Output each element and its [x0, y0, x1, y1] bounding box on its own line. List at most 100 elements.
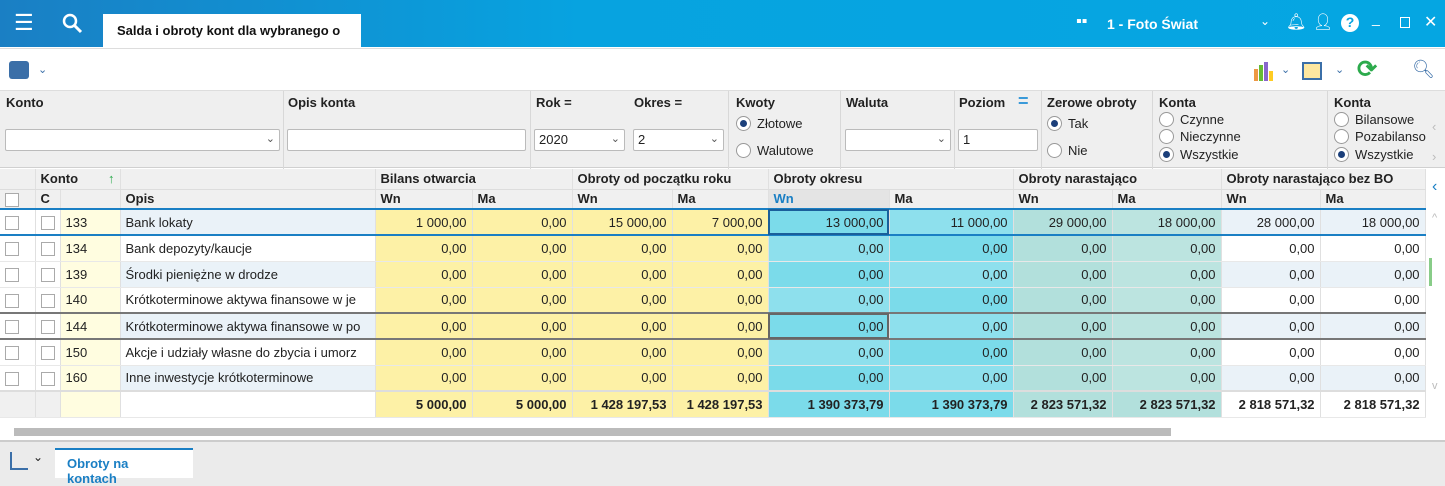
waluta-select[interactable]: ⌄ [845, 129, 951, 151]
header-c[interactable]: C [35, 189, 61, 210]
amount-cell[interactable]: 0,00 [375, 261, 473, 288]
c-checkbox[interactable] [35, 261, 61, 288]
bell-icon[interactable]: 🔔︎ [1286, 12, 1306, 32]
chart-icon[interactable] [1252, 61, 1276, 83]
c-checkbox[interactable] [35, 365, 61, 392]
amount-cell[interactable]: 0,00 [672, 261, 769, 288]
amount-cell[interactable]: 0,00 [1320, 235, 1426, 262]
amount-cell[interactable]: 0,00 [1221, 365, 1321, 392]
header-wn[interactable]: Wn [1013, 189, 1113, 210]
amount-cell[interactable]: 18 000,00 [1112, 208, 1222, 236]
amount-cell[interactable]: 0,00 [672, 235, 769, 262]
amount-cell[interactable]: 0,00 [1013, 312, 1113, 340]
amount-cell[interactable]: 0,00 [1320, 287, 1426, 314]
header-bilans-otwarcia[interactable]: Bilans otwarcia [375, 169, 573, 190]
header-ma[interactable]: Ma [472, 189, 573, 210]
menu-icon[interactable]: ☰ [14, 10, 34, 36]
c-checkbox[interactable] [35, 208, 61, 236]
opis-input[interactable] [287, 129, 526, 151]
user-icon[interactable]: 👤︎ [1313, 12, 1333, 32]
header-ma[interactable]: Ma [1112, 189, 1222, 210]
amount-cell[interactable]: 0,00 [1221, 261, 1321, 288]
amount-cell[interactable]: 0,00 [889, 339, 1014, 366]
amount-cell[interactable]: 0,00 [768, 365, 890, 392]
table-row[interactable]: 134 Bank depozyty/kaucje 0,00 0,00 0,00 0,00 0… [0, 235, 1426, 262]
amount-cell[interactable]: 0,00 [1013, 261, 1113, 288]
amount-cell[interactable]: 0,00 [1320, 261, 1426, 288]
equals-icon[interactable]: = [1018, 91, 1029, 112]
konto-select[interactable]: ⌄ [5, 129, 280, 151]
amount-cell[interactable]: 0,00 [375, 365, 473, 392]
amount-cell[interactable]: 0,00 [572, 287, 673, 314]
amount-cell[interactable]: 0,00 [1112, 312, 1222, 340]
amount-cell[interactable]: 0,00 [472, 208, 573, 236]
maximize-icon[interactable] [1400, 17, 1410, 28]
amount-cell[interactable]: 0,00 [472, 312, 573, 340]
header-ma[interactable]: Ma [1320, 189, 1426, 210]
amount-cell[interactable]: 0,00 [768, 339, 890, 366]
header-obroty-bez-bo[interactable]: Obroty narastająco bez BO [1221, 169, 1426, 190]
amount-cell[interactable]: 0,00 [1013, 365, 1113, 392]
amount-cell[interactable]: 0,00 [1320, 339, 1426, 366]
amount-cell[interactable]: 13 000,00 [768, 208, 890, 236]
chevron-down-icon[interactable]: ⌄ [33, 450, 43, 464]
amount-cell[interactable]: 0,00 [768, 261, 890, 288]
poziom-input[interactable]: 1 [958, 129, 1038, 151]
amount-cell[interactable]: 0,00 [889, 365, 1014, 392]
radio-nieczynne[interactable]: Nieczynne [1159, 129, 1241, 144]
search-icon[interactable] [62, 13, 84, 35]
row-checkbox[interactable] [0, 365, 36, 392]
amount-cell[interactable]: 7 000,00 [672, 208, 769, 236]
amount-cell[interactable]: 0,00 [768, 235, 890, 262]
chevron-down-icon[interactable]: ⌄ [1335, 63, 1344, 76]
amount-cell[interactable]: 0,00 [672, 365, 769, 392]
radio-zlotowe[interactable]: Złotowe [736, 116, 803, 131]
amount-cell[interactable]: 0,00 [1221, 287, 1321, 314]
amount-cell[interactable]: 0,00 [768, 312, 890, 340]
refresh-icon[interactable]: ⟳ [1357, 55, 1377, 84]
c-checkbox[interactable] [35, 235, 61, 262]
grid-icon[interactable]: ▪▪ [1076, 13, 1087, 31]
amount-cell[interactable]: 0,00 [672, 287, 769, 314]
amount-cell[interactable]: 0,00 [472, 235, 573, 262]
row-checkbox[interactable] [0, 287, 36, 314]
amount-cell[interactable]: 1 000,00 [375, 208, 473, 236]
amount-cell[interactable]: 0,00 [889, 235, 1014, 262]
amount-cell[interactable]: 28 000,00 [1221, 208, 1321, 236]
radio-czynne[interactable]: Czynne [1159, 112, 1224, 127]
amount-cell[interactable]: 0,00 [1221, 312, 1321, 340]
amount-cell[interactable]: 0,00 [889, 261, 1014, 288]
table-row[interactable]: 144 Krótkoterminowe aktywa finansowe w po… [0, 312, 1426, 340]
amount-cell[interactable]: 0,00 [672, 339, 769, 366]
table-row[interactable]: 150 Akcje i udziały własne do zbycia i um… [0, 339, 1426, 366]
print-icon[interactable] [9, 61, 29, 79]
amount-cell[interactable]: 0,00 [1112, 287, 1222, 314]
amount-cell[interactable]: 0,00 [1112, 339, 1222, 366]
row-checkbox[interactable] [0, 339, 36, 366]
minimize-icon[interactable]: _ [1372, 10, 1380, 26]
radio-nie[interactable]: Nie [1047, 143, 1088, 158]
amount-cell[interactable]: 0,00 [1320, 312, 1426, 340]
row-checkbox[interactable] [0, 235, 36, 262]
amount-cell[interactable]: 0,00 [1112, 261, 1222, 288]
amount-cell[interactable]: 0,00 [1320, 365, 1426, 392]
amount-cell[interactable]: 0,00 [572, 365, 673, 392]
amount-cell[interactable]: 18 000,00 [1320, 208, 1426, 236]
close-icon[interactable]: ✕ [1424, 12, 1437, 32]
amount-cell[interactable]: 0,00 [375, 312, 473, 340]
amount-cell[interactable]: 0,00 [1112, 365, 1222, 392]
scroll-up-icon[interactable]: ^ [1432, 212, 1437, 224]
header-konto[interactable]: Konto ↑ [35, 169, 121, 190]
chevron-down-icon[interactable]: ⌄ [1260, 14, 1270, 28]
zoom-icon[interactable]: 🔍︎ [1412, 59, 1435, 80]
radio-bilansowe[interactable]: Bilansowe [1334, 112, 1414, 127]
header-wn-sorted[interactable]: Wn [768, 189, 890, 210]
report-search-icon[interactable] [10, 452, 28, 470]
document-tab[interactable]: Salda i obroty kont dla wybranego o [103, 14, 361, 47]
radio-wszystkie[interactable]: Wszystkie [1159, 147, 1239, 162]
amount-cell[interactable]: 0,00 [472, 287, 573, 314]
amount-cell[interactable]: 0,00 [572, 339, 673, 366]
radio-pozabilansowe[interactable]: Pozabilanso [1334, 129, 1426, 144]
header-wn[interactable]: Wn [572, 189, 673, 210]
collapse-panel-icon[interactable]: ‹ [1432, 178, 1437, 196]
